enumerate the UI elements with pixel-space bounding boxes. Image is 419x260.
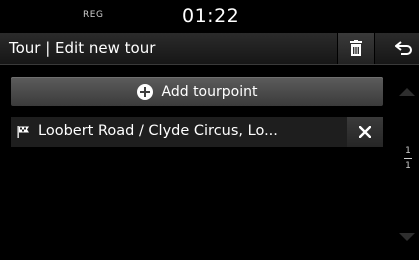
page-current: 1 bbox=[405, 146, 411, 156]
close-icon bbox=[359, 126, 371, 138]
page-separator bbox=[404, 158, 412, 159]
tourpoint-row[interactable]: Loobert Road / Clyde Circus, Lo... bbox=[11, 117, 383, 147]
status-clock: 01:22 bbox=[182, 5, 240, 27]
add-tourpoint-button[interactable]: Add tourpoint bbox=[11, 77, 383, 106]
page-total: 1 bbox=[405, 161, 411, 171]
flag-icon bbox=[17, 126, 29, 138]
plus-circle-icon bbox=[136, 83, 153, 100]
status-reg-label: REG bbox=[83, 10, 104, 20]
back-icon bbox=[395, 41, 412, 55]
scroll-down-icon[interactable] bbox=[397, 232, 417, 242]
scroll-up-icon[interactable] bbox=[397, 87, 417, 97]
back-button[interactable] bbox=[386, 33, 419, 64]
navigation-screen: REG 01:22 Tour | Edit new tour Add tourp… bbox=[0, 0, 419, 260]
tourpoint-label: Loobert Road / Clyde Circus, Lo... bbox=[38, 123, 278, 139]
add-tourpoint-label: Add tourpoint bbox=[161, 83, 258, 100]
page-title: Tour | Edit new tour bbox=[9, 39, 156, 57]
status-bar: REG 01:22 bbox=[0, 0, 419, 33]
delete-all-button[interactable] bbox=[337, 33, 375, 64]
remove-tourpoint-button[interactable] bbox=[347, 117, 383, 147]
trash-icon bbox=[350, 40, 362, 56]
title-bar: Tour | Edit new tour bbox=[0, 33, 419, 65]
page-indicator: 1 1 bbox=[401, 146, 415, 172]
